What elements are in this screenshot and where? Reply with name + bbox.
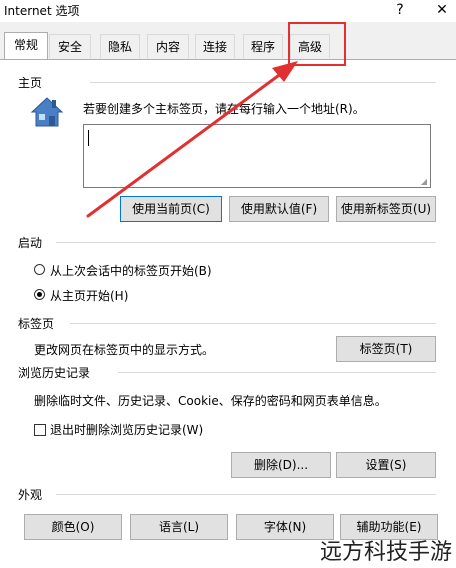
annotation-arrow-icon xyxy=(86,61,298,218)
watermark-text: 远方科技手游 xyxy=(319,540,452,565)
